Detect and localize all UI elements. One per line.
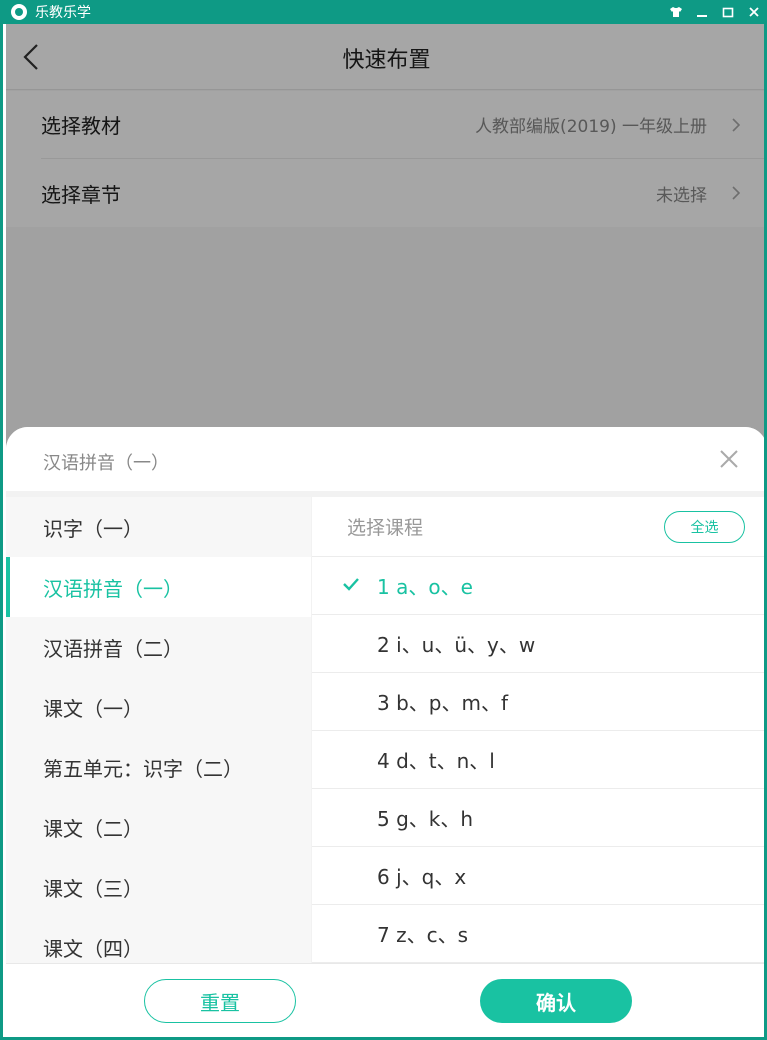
lesson-item-checked[interactable]: 1 a、o、e	[312, 557, 764, 615]
skin-icon[interactable]	[668, 4, 684, 20]
unit-item[interactable]: 课文（二）	[6, 797, 311, 857]
lesson-item[interactable]: 2 i、u、ü、y、w	[312, 615, 764, 673]
maximize-icon[interactable]	[720, 4, 736, 20]
close-window-icon[interactable]	[746, 4, 762, 20]
sheet-body: 识字（一） 汉语拼音（一） 汉语拼音（二） 课文（一） 第五单元：识字（二） 课…	[6, 491, 764, 963]
sheet-header: 汉语拼音（一）	[6, 427, 764, 491]
app-logo-icon	[11, 4, 27, 20]
reset-button[interactable]: 重置	[144, 979, 296, 1023]
lesson-label: 7 z、c、s	[377, 923, 468, 947]
checkmark-icon	[343, 578, 359, 591]
lesson-label: 6 j、q、x	[377, 865, 467, 889]
lesson-item[interactable]: 4 d、t、n、l	[312, 731, 764, 789]
minimize-icon[interactable]	[694, 4, 710, 20]
unit-item[interactable]: 汉语拼音（二）	[6, 617, 311, 677]
app-window: 乐教乐学 快速布置 选择教材 人教部编版(2019) 一年级上册 选择章节 未选…	[0, 0, 767, 1040]
unit-item[interactable]: 识字（一）	[6, 497, 311, 557]
lesson-label: 1 a、o、e	[377, 575, 473, 599]
lesson-label: 2 i、u、ü、y、w	[377, 633, 536, 657]
lesson-list-title: 选择课程	[347, 517, 424, 539]
lesson-label: 4 d、t、n、l	[377, 749, 495, 773]
lesson-list-header: 选择课程 全选	[312, 497, 764, 557]
lesson-label: 5 g、k、h	[377, 807, 474, 831]
app-title: 乐教乐学	[35, 5, 91, 21]
sheet-title: 汉语拼音（一）	[43, 453, 169, 474]
unit-item[interactable]: 第五单元：识字（二）	[6, 737, 311, 797]
window-controls	[668, 0, 762, 24]
lesson-item[interactable]: 3 b、p、m、f	[312, 673, 764, 731]
select-all-button[interactable]: 全选	[664, 511, 745, 543]
unit-list: 识字（一） 汉语拼音（一） 汉语拼音（二） 课文（一） 第五单元：识字（二） 课…	[6, 497, 311, 963]
unit-item[interactable]: 课文（三）	[6, 857, 311, 917]
confirm-button[interactable]: 确认	[480, 979, 632, 1023]
lesson-list: 选择课程 全选 1 a、o、e 2 i、u、ü、y、w 3 b、p、m、f 4 …	[312, 497, 764, 963]
sheet-footer: 重置 确认	[6, 963, 764, 1037]
unit-item-active[interactable]: 汉语拼音（一）	[6, 557, 311, 617]
unit-item[interactable]: 课文（一）	[6, 677, 311, 737]
close-icon[interactable]	[717, 447, 741, 471]
lesson-label: 3 b、p、m、f	[377, 691, 508, 715]
lesson-item[interactable]: 5 g、k、h	[312, 789, 764, 847]
lesson-item[interactable]: 6 j、q、x	[312, 847, 764, 905]
title-bar: 乐教乐学	[3, 0, 764, 24]
unit-selector-sheet: 汉语拼音（一） 识字（一） 汉语拼音（一） 汉语拼音（二） 课文（一） 第五单元…	[6, 427, 764, 1037]
lesson-item[interactable]: 7 z、c、s	[312, 905, 764, 963]
